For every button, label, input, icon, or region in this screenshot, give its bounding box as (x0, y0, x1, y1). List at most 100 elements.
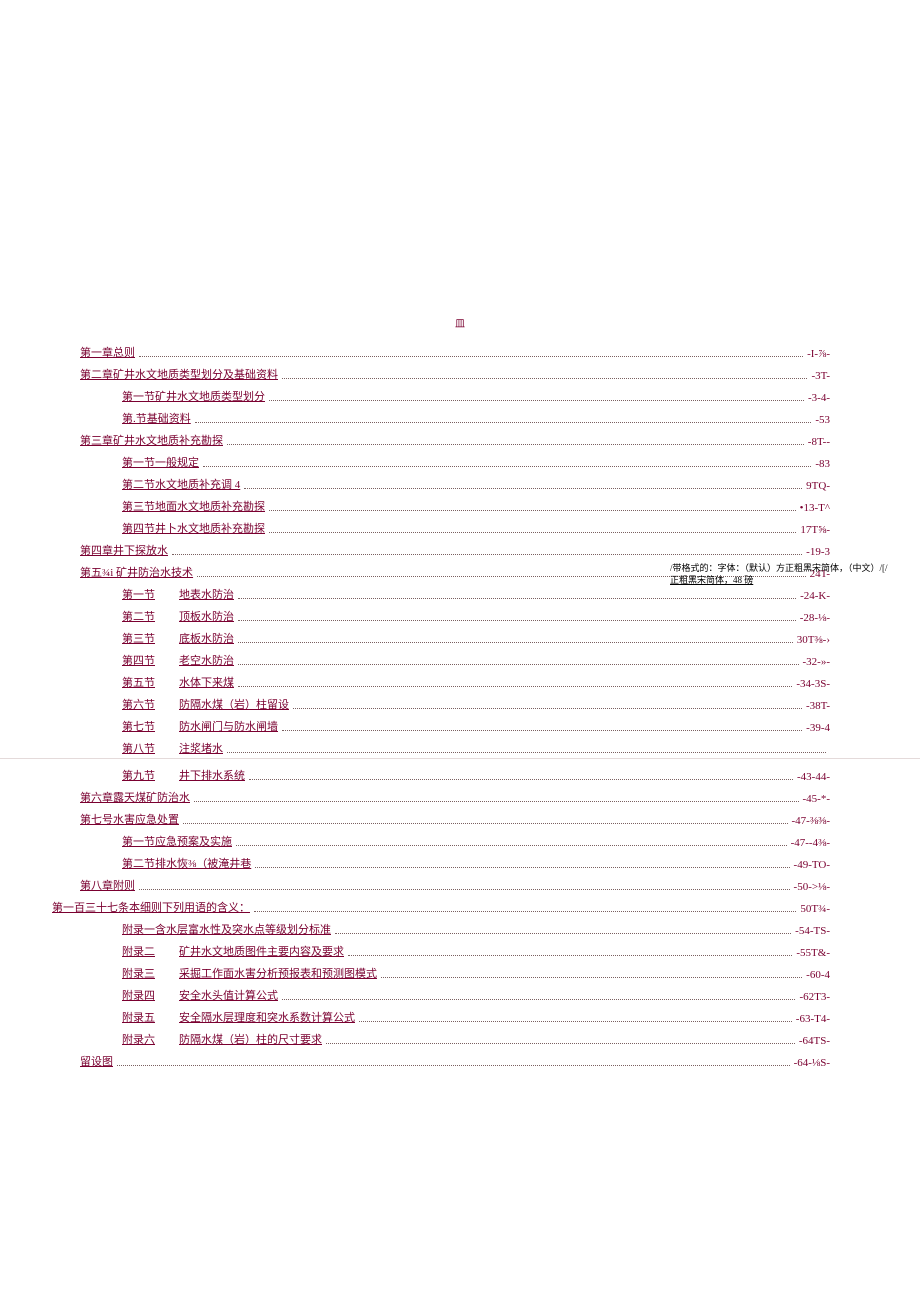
toc-entry-label[interactable]: 留设图 (80, 1053, 113, 1069)
leader-dots (238, 620, 796, 621)
toc-section-num[interactable]: 第七节 (122, 718, 155, 734)
toc-page-ref: -62T3- (799, 991, 830, 1003)
toc-section-title[interactable]: 水体下来煤 (179, 674, 234, 690)
toc-page-ref: -34-3S- (796, 678, 830, 690)
toc-page-ref: -64TS- (799, 1035, 830, 1047)
toc-section-title[interactable]: 底板水防治 (179, 630, 234, 646)
leader-dots (236, 845, 787, 846)
toc-entry-label[interactable]: 附录一含水层富水性及突水点等级划分标准 (122, 921, 331, 937)
toc-page-ref: -24-K- (800, 590, 830, 602)
toc-section-title[interactable]: 地表水防治 (179, 586, 234, 602)
toc-row: 第一节应急预案及实施 -47--4⅜- (80, 827, 830, 849)
leader-dots (282, 730, 802, 731)
toc-entry-label[interactable]: 第四节井卜水文地质补充勘探 (122, 520, 265, 536)
toc-section-num[interactable]: 附录二 (122, 943, 155, 959)
toc-row: 第二节排水恢⅜（被淹井巷-49-TO- (80, 849, 830, 871)
toc-section-num[interactable]: 附录六 (122, 1031, 155, 1047)
toc-entry-label[interactable]: 第七号水害应急处置 (80, 811, 179, 827)
toc-section-num[interactable]: 第三节 (122, 630, 155, 646)
toc-page-ref: -45-*- (803, 793, 831, 805)
toc-section-title[interactable]: 防水闸门与防水闸墙 (179, 718, 278, 734)
toc-page-ref: -47--4⅜- (791, 837, 830, 849)
toc-row: 第四章井下探放水-19-3 (80, 536, 830, 558)
toc-section-num[interactable]: 附录四 (122, 987, 155, 1003)
toc-entry-label[interactable]: 第三节地面水文地质补充勘探 (122, 498, 265, 514)
toc-section-title[interactable]: 井下排水系统 (179, 767, 245, 783)
toc-section-num[interactable]: 第八节 (122, 740, 155, 756)
toc-row: 第.节基础资料-53 (80, 404, 830, 426)
toc-entry-label[interactable]: 第四章井下探放水 (80, 542, 168, 558)
toc-row: 留设图-64-⅛S- (80, 1047, 830, 1069)
format-note-prefix: /带格式的：字体：（默认）方正粗黑宋简体，（中文）/[/ (670, 563, 888, 573)
toc-section-num[interactable]: 第一节 (122, 586, 155, 602)
toc-page-ref: 30T⅜-› (797, 634, 830, 646)
toc-section-title[interactable]: 防隔水煤（岩）柱的尺寸要求 (179, 1031, 322, 1047)
format-note-link: 正粗黑宋简体，48 磅 (670, 575, 753, 585)
leader-dots (254, 911, 796, 912)
toc-section-num[interactable]: 附录三 (122, 965, 155, 981)
toc-section-title[interactable]: 采掘工作面水害分析预报表和预测图模式 (179, 965, 377, 981)
toc-entry-label[interactable]: 第二节水文地质补充调 4 (122, 476, 240, 492)
leader-dots (249, 779, 793, 780)
leader-dots (227, 444, 804, 445)
toc-section-title[interactable]: 顶板水防治 (179, 608, 234, 624)
toc-page-ref: -54-TS- (795, 925, 830, 937)
toc-row: 第一百三十七条本细则下列用语的含义：50T¾- (52, 893, 830, 915)
toc-entry-label[interactable]: 第一节应急预案及实施 (122, 833, 232, 849)
leader-dots (195, 422, 812, 423)
toc-page-ref: -28-⅛- (800, 612, 830, 624)
toc-section-num[interactable]: 第二节 (122, 608, 155, 624)
toc-page-ref: 17T⅝- (800, 524, 830, 536)
toc-row: 附录二矿井水文地质图件主要内容及要求-55T&- (80, 937, 830, 959)
leader-dots (203, 466, 811, 467)
toc-entry-label[interactable]: 第二节排水恢⅜（被淹井巷 (122, 855, 251, 871)
leader-dots (238, 686, 792, 687)
toc-section-num[interactable]: 第四节 (122, 652, 155, 668)
toc-section-num[interactable]: 第九节 (122, 767, 155, 783)
toc-page-ref: -47-⅜⅜- (792, 815, 831, 827)
toc-page-ref: -43-44- (797, 771, 830, 783)
toc-entry-label[interactable]: 第一章总则 (80, 344, 135, 360)
toc-row: 第八章附则-50->⅛- (80, 871, 830, 893)
toc-row: 第一章总则-I-⅞- (80, 338, 830, 360)
toc-page-ref: 9TQ- (806, 480, 830, 492)
leader-dots (117, 1065, 790, 1066)
leader-dots (293, 708, 802, 709)
toc-page-ref: -63-T4- (796, 1013, 830, 1025)
leader-dots (238, 664, 799, 665)
toc-entry-label[interactable]: 第八章附则 (80, 877, 135, 893)
toc-row: 附录六 防隔水煤（岩）柱的尺寸要求 -64TS- (80, 1025, 830, 1047)
toc-page-ref: -38T- (806, 700, 830, 712)
toc-entry-label[interactable]: 第五¾i 矿井防治水技术 (80, 564, 193, 580)
toc-row: 第二节 顶板水防治 -28-⅛- (80, 602, 830, 624)
toc-section-title[interactable]: 安全隔水层理度和突水系数计算公式 (179, 1009, 355, 1025)
toc-section-title[interactable]: 安全水头值计算公式 (179, 987, 278, 1003)
leader-dots (227, 752, 826, 753)
toc-entry-label[interactable]: 第三章矿井水文地质补充勘探 (80, 432, 223, 448)
toc-section-title[interactable]: 老空水防治 (179, 652, 234, 668)
toc-section-title[interactable]: 防隔水煤（岩）柱留设 (179, 696, 289, 712)
toc-entry-label[interactable]: 第一百三十七条本细则下列用语的含义： (52, 899, 250, 915)
table-of-contents: 第一章总则-I-⅞-第二章矿井水文地质类型划分及基础资料-3T-第一节矿井水文地… (0, 338, 920, 1069)
toc-page-ref: -3-4- (808, 392, 830, 404)
toc-entry-label[interactable]: 第一节矿井水文地质类型划分 (122, 388, 265, 404)
toc-entry-label[interactable]: 第六章露天煤矿防治水 (80, 789, 190, 805)
toc-section-num[interactable]: 第五节 (122, 674, 155, 690)
toc-row: 附录一含水层富水性及突水点等级划分标准 -54-TS- (80, 915, 830, 937)
toc-entry-label[interactable]: 第一节一般规定 (122, 454, 199, 470)
toc-section-title[interactable]: 注浆堵水 (179, 740, 223, 756)
toc-section-num[interactable]: 第六节 (122, 696, 155, 712)
toc-row: 第二章矿井水文地质类型划分及基础资料-3T- (80, 360, 830, 382)
leader-dots (244, 488, 802, 489)
toc-page-ref: -60-4 (806, 969, 830, 981)
toc-section-title[interactable]: 矿井水文地质图件主要内容及要求 (179, 943, 344, 959)
leader-dots (139, 889, 790, 890)
toc-row: 第三章矿井水文地质补充勘探 -8T-- (80, 426, 830, 448)
toc-row: 第七号水害应急处置 -47-⅜⅜- (80, 805, 830, 827)
toc-section-num[interactable]: 附录五 (122, 1009, 155, 1025)
toc-entry-label[interactable]: 第.节基础资料 (122, 410, 191, 426)
toc-page-ref: -8T-- (808, 436, 830, 448)
leader-dots (194, 801, 799, 802)
toc-entry-label[interactable]: 第二章矿井水文地质类型划分及基础资料 (80, 366, 278, 382)
toc-row: 附录四 安全水头值计算公式 -62T3- (80, 981, 830, 1003)
